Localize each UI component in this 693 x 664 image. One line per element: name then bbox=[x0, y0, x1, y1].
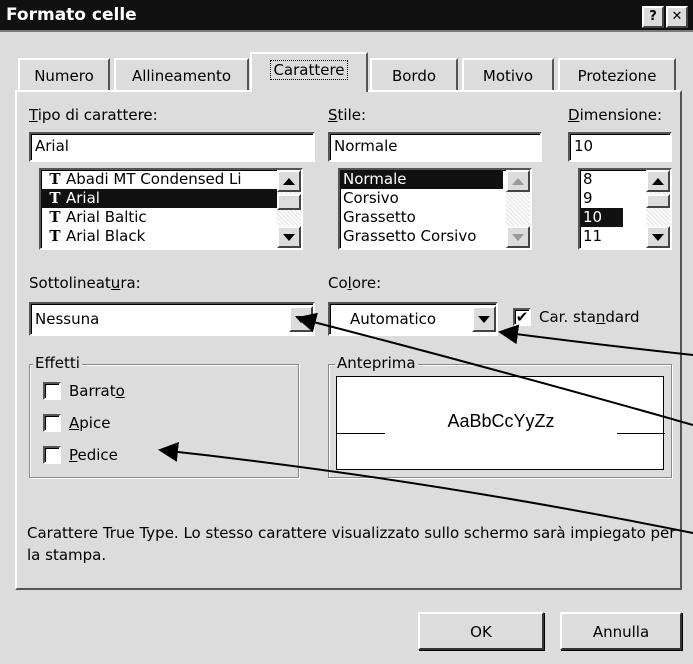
underline-label: Sottolineatura: bbox=[29, 274, 141, 292]
tab-motivo[interactable]: Motivo bbox=[462, 58, 554, 93]
help-button[interactable]: ? bbox=[642, 6, 664, 28]
scroll-down-icon[interactable] bbox=[646, 226, 670, 248]
window-title: Formato celle bbox=[6, 5, 137, 25]
underline-dropdown-icon[interactable] bbox=[289, 306, 313, 332]
strikethrough-checkbox[interactable] bbox=[43, 382, 61, 400]
superscript-checkbox[interactable] bbox=[43, 414, 61, 432]
truetype-icon: T bbox=[49, 170, 61, 188]
list-item[interactable]: 10 bbox=[580, 208, 623, 227]
preview-sample: AaBbCcYyZz bbox=[447, 411, 555, 431]
style-scrollbar[interactable] bbox=[506, 170, 530, 248]
truetype-icon: T bbox=[49, 189, 61, 207]
standard-checkbox[interactable]: ✔ bbox=[513, 308, 531, 326]
list-item[interactable]: Grassetto bbox=[340, 208, 530, 227]
list-item[interactable]: Corsivo bbox=[340, 189, 530, 208]
list-item[interactable]: T Arial bbox=[41, 189, 301, 208]
tab-allineamento[interactable]: Allineamento bbox=[114, 58, 249, 93]
style-list[interactable]: Normale Corsivo Grassetto Grassetto Cors… bbox=[338, 168, 532, 250]
size-scrollbar[interactable] bbox=[646, 170, 670, 248]
tab-protezione[interactable]: Protezione bbox=[558, 58, 676, 93]
tab-numero[interactable]: Numero bbox=[18, 58, 110, 93]
preview-baseline-right bbox=[617, 433, 665, 434]
truetype-icon: T bbox=[49, 208, 61, 226]
list-item[interactable]: T Arial Baltic bbox=[41, 208, 301, 227]
preview-baseline-left bbox=[337, 433, 385, 434]
ok-button[interactable]: OK bbox=[418, 612, 544, 650]
font-label: Tipo di carattere: bbox=[29, 106, 158, 124]
preview-box: AaBbCcYyZz bbox=[336, 376, 665, 470]
scroll-up-icon[interactable] bbox=[277, 170, 301, 192]
preview-title: Anteprima bbox=[335, 354, 418, 372]
tab-carattere[interactable]: Carattere bbox=[250, 52, 368, 92]
tab-label: Motivo bbox=[482, 67, 534, 85]
tab-label: Allineamento bbox=[131, 67, 232, 85]
font-list[interactable]: T Abadi MT Condensed Li T Arial T Arial Bal… bbox=[39, 168, 303, 250]
tab-label: Protezione bbox=[577, 67, 657, 85]
tab-panel: Tipo di carattere: Arial T Abadi MT Conde… bbox=[15, 90, 682, 590]
font-input[interactable]: Arial bbox=[29, 132, 315, 162]
color-label: Colore: bbox=[328, 274, 382, 292]
subscript-checkbox[interactable] bbox=[43, 446, 61, 464]
list-item[interactable]: Grassetto Corsivo bbox=[340, 227, 530, 246]
truetype-icon: T bbox=[49, 227, 61, 245]
tab-label: Carattere bbox=[270, 60, 348, 80]
subscript-label: Pedice bbox=[69, 446, 118, 464]
tab-label: Bordo bbox=[391, 67, 437, 85]
close-button[interactable]: ✕ bbox=[666, 6, 688, 28]
effects-title: Effetti bbox=[33, 354, 82, 372]
cancel-button[interactable]: Annulla bbox=[560, 612, 682, 650]
font-scrollbar[interactable] bbox=[277, 170, 301, 248]
size-input[interactable]: 10 bbox=[568, 132, 672, 162]
font-description: Carattere True Type. Lo stesso carattere… bbox=[27, 524, 676, 564]
style-input[interactable]: Normale bbox=[328, 132, 542, 162]
color-dropdown-icon[interactable] bbox=[472, 306, 496, 332]
tab-label: Numero bbox=[34, 67, 94, 85]
superscript-label: Apice bbox=[69, 414, 111, 432]
title-bar: Formato celle ? ✕ bbox=[0, 0, 693, 32]
scroll-up-icon[interactable] bbox=[646, 170, 670, 192]
strikethrough-label: Barrato bbox=[69, 382, 125, 400]
list-item[interactable]: T Arial Black bbox=[41, 227, 301, 246]
scroll-down-icon[interactable] bbox=[277, 226, 301, 248]
underline-select[interactable]: Nessuna bbox=[29, 302, 315, 336]
scroll-up-icon[interactable] bbox=[506, 170, 530, 192]
tab-bordo[interactable]: Bordo bbox=[370, 58, 458, 93]
scroll-down-icon[interactable] bbox=[506, 226, 530, 248]
size-label: Dimensione: bbox=[568, 106, 663, 124]
scroll-thumb[interactable] bbox=[277, 194, 301, 210]
scroll-thumb[interactable] bbox=[646, 194, 670, 208]
list-item[interactable]: Normale bbox=[340, 170, 503, 189]
list-item[interactable]: T Abadi MT Condensed Li bbox=[41, 170, 301, 189]
standard-label: Car. standard bbox=[539, 308, 640, 326]
size-list[interactable]: 8 9 10 11 bbox=[578, 168, 672, 250]
style-label: Stile: bbox=[328, 106, 367, 124]
